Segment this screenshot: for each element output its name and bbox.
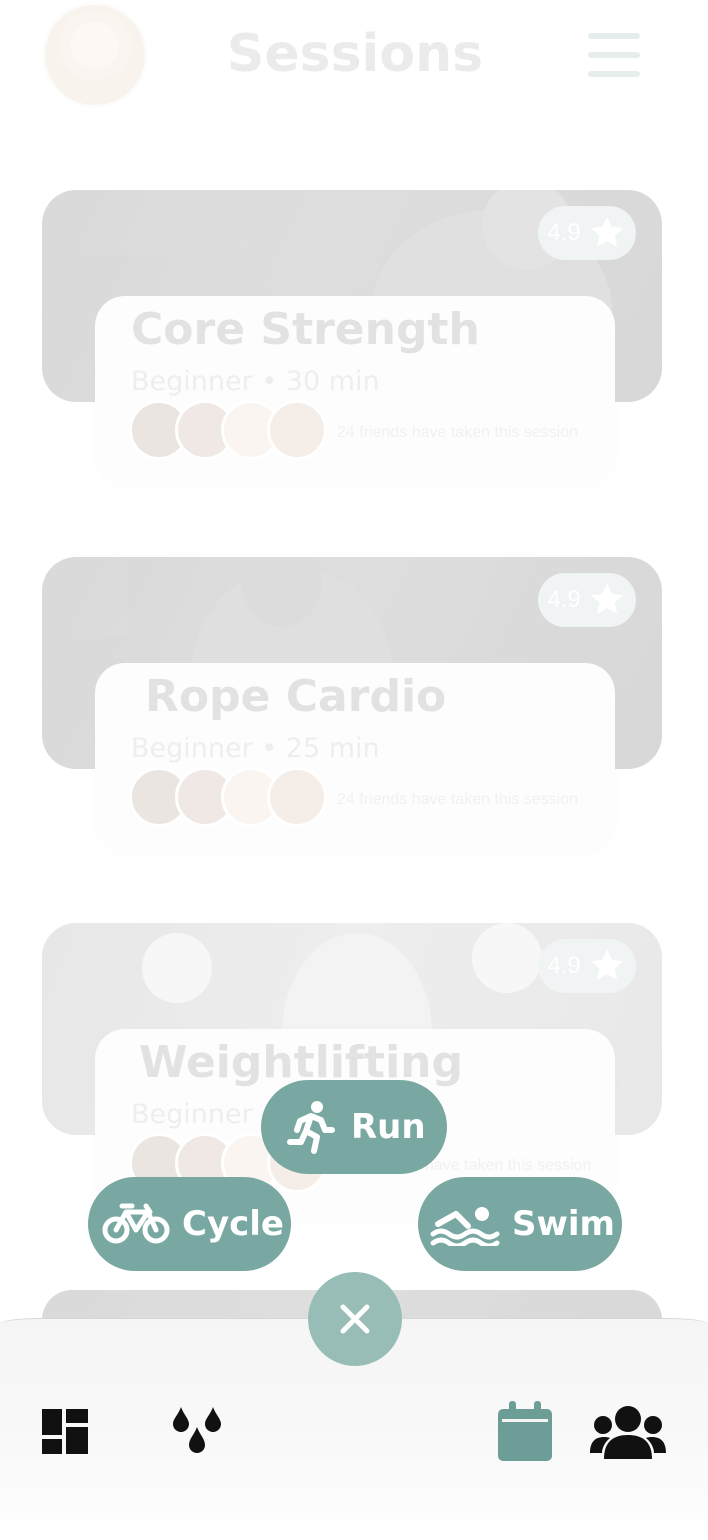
tab-hydration[interactable] [172,1405,222,1464]
cycle-label: Cycle [182,1204,284,1244]
group-icon [590,1406,666,1459]
swim-button[interactable]: Swim [418,1177,622,1271]
run-button[interactable]: Run [261,1080,447,1174]
drops-icon [173,1407,221,1453]
bicycle-icon [102,1203,170,1244]
tab-dashboard[interactable] [42,1409,90,1460]
dashboard-icon [42,1409,88,1454]
cycle-button[interactable]: Cycle [88,1177,291,1271]
run-label: Run [351,1107,426,1147]
close-button[interactable] [308,1272,402,1366]
calendar-icon [498,1401,552,1461]
running-icon [287,1101,335,1154]
swimmer-icon [430,1207,500,1246]
tab-community[interactable] [590,1405,666,1466]
close-icon [340,1304,370,1334]
swim-label: Swim [512,1204,615,1244]
tab-calendar[interactable] [498,1401,552,1466]
